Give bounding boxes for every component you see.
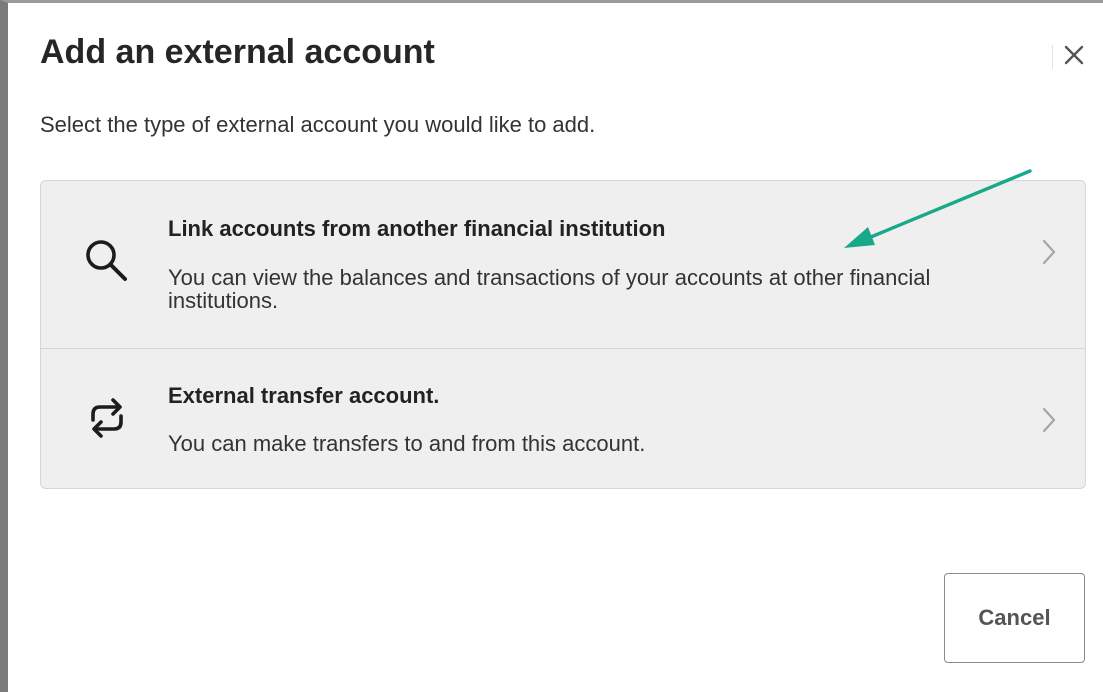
option-title: Link accounts from another financial ins… — [168, 216, 666, 241]
close-icon — [1064, 45, 1084, 65]
dialog-title: Add an external account — [40, 33, 435, 71]
dialog-instruction: Select the type of external account you … — [40, 112, 596, 137]
chevron-right-icon — [1037, 236, 1061, 268]
transfer-icon — [77, 388, 137, 448]
option-external-transfer[interactable]: External transfer account. You can make … — [41, 349, 1085, 488]
option-description: You can view the balances and transactio… — [168, 265, 931, 313]
cancel-button[interactable]: Cancel — [944, 573, 1085, 663]
search-icon — [77, 231, 137, 291]
close-button[interactable] — [1056, 37, 1092, 73]
close-divider — [1052, 45, 1053, 69]
account-type-list: Link accounts from another financial ins… — [40, 180, 1086, 489]
option-link-accounts[interactable]: Link accounts from another financial ins… — [41, 181, 1085, 349]
option-title: External transfer account. — [168, 383, 440, 408]
add-external-account-dialog: Add an external account Select the type … — [0, 0, 1103, 692]
option-description: You can make transfers to and from this … — [168, 431, 646, 456]
chevron-right-icon — [1037, 404, 1061, 436]
